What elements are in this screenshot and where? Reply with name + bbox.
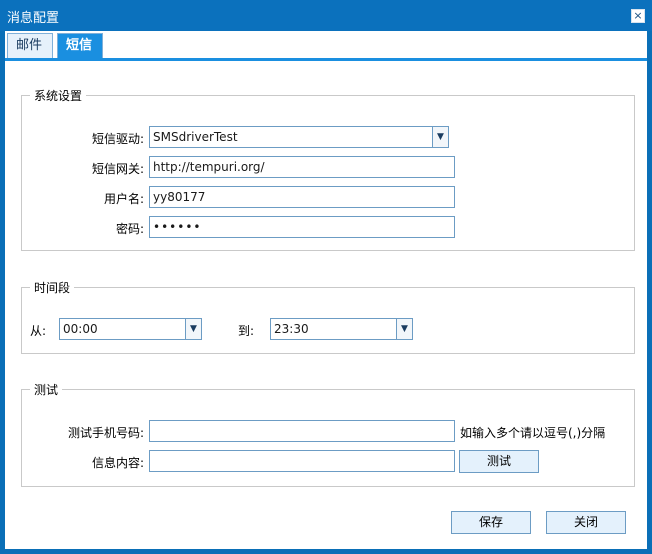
to-select-value: 23:30: [274, 322, 309, 336]
to-label: 到:: [238, 324, 255, 338]
phone-input[interactable]: [153, 421, 451, 441]
tab-mail[interactable]: 邮件: [7, 33, 53, 58]
username-field[interactable]: [149, 186, 455, 208]
close-button[interactable]: 关闭: [546, 511, 626, 534]
gateway-input[interactable]: [153, 157, 451, 177]
content-label: 信息内容:: [91, 456, 144, 470]
chevron-down-icon[interactable]: ▼: [432, 127, 448, 147]
from-label: 从:: [30, 324, 47, 338]
gateway-field[interactable]: [149, 156, 455, 178]
titlebar: 消息配置 ×: [0, 0, 652, 31]
password-value: ••••••: [153, 220, 202, 234]
phone-hint: 如输入多个请以逗号(,)分隔: [460, 426, 606, 440]
username-input[interactable]: [153, 187, 451, 207]
window-title: 消息配置: [7, 11, 60, 26]
driver-select[interactable]: SMSdriverTest ▼: [149, 126, 449, 148]
chevron-down-icon[interactable]: ▼: [185, 319, 201, 339]
to-select[interactable]: 23:30 ▼: [270, 318, 413, 340]
content-field[interactable]: [149, 450, 455, 472]
from-select[interactable]: 00:00 ▼: [59, 318, 202, 340]
content-input[interactable]: [153, 451, 451, 471]
gateway-label: 短信网关:: [91, 162, 144, 176]
password-label: 密码:: [115, 222, 144, 236]
tab-sms[interactable]: 短信: [57, 33, 103, 58]
test-button[interactable]: 测试: [459, 450, 539, 473]
chevron-down-icon[interactable]: ▼: [396, 319, 412, 339]
system-settings-group: 系统设置 短信驱动: SMSdriverTest ▼ 短信网关: 用户名: 密码…: [21, 87, 635, 251]
save-button[interactable]: 保存: [451, 511, 531, 534]
timeslot-legend: 时间段: [30, 279, 75, 296]
tab-bar: 邮件 短信: [5, 31, 647, 58]
phone-label: 测试手机号码:: [67, 426, 144, 440]
test-legend: 测试: [30, 381, 63, 398]
phone-field[interactable]: [149, 420, 455, 442]
message-config-dialog: 消息配置 × 邮件 短信 系统设置 短信驱动: SMSdriverTest ▼ …: [0, 0, 652, 554]
tab-content: 系统设置 短信驱动: SMSdriverTest ▼ 短信网关: 用户名: 密码…: [5, 58, 647, 549]
password-field[interactable]: ••••••: [149, 216, 455, 238]
from-select-value: 00:00: [63, 322, 98, 336]
close-icon[interactable]: ×: [631, 9, 645, 23]
username-label: 用户名:: [103, 192, 144, 206]
timeslot-group: 时间段 从: 00:00 ▼ 到: 23:30 ▼: [21, 279, 635, 354]
system-settings-legend: 系统设置: [30, 87, 87, 104]
driver-select-value: SMSdriverTest: [153, 130, 238, 144]
test-group: 测试 测试手机号码: 如输入多个请以逗号(,)分隔 信息内容: 测试: [21, 381, 635, 487]
driver-label: 短信驱动:: [91, 132, 144, 146]
